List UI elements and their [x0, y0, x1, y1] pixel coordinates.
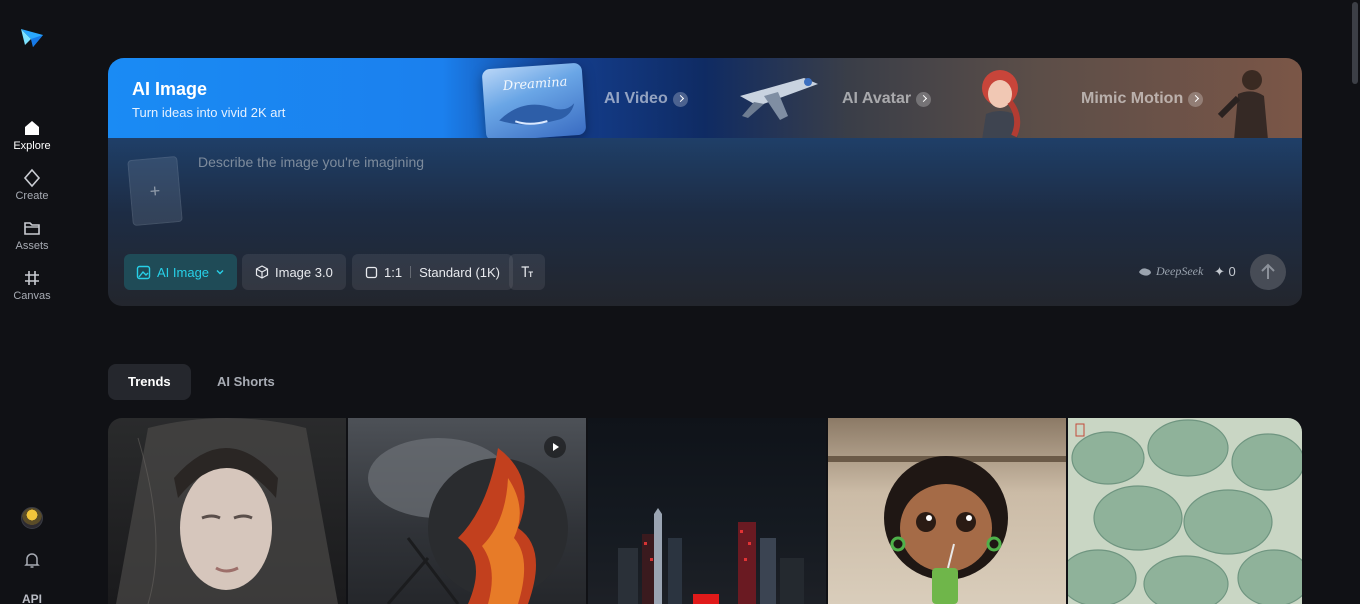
- home-icon: [25, 121, 39, 135]
- sidebar-item-label: Explore: [13, 140, 51, 152]
- generate-button[interactable]: [1250, 254, 1286, 290]
- play-icon: [544, 436, 566, 458]
- sidebar-item-label: Create: [15, 190, 49, 202]
- folder-icon: [24, 222, 40, 235]
- text-style-button[interactable]: [509, 254, 545, 290]
- tile-label: Mimic Motion: [1081, 90, 1184, 107]
- chevron-down-icon: [216, 270, 224, 275]
- credits-value: 0: [1228, 264, 1236, 279]
- sidebar-item-create[interactable]: Create: [4, 168, 60, 212]
- aspect-ratio-icon: [365, 266, 378, 278]
- banner-title: AI Image: [132, 79, 208, 99]
- reference-upload-button[interactable]: +: [127, 155, 183, 227]
- deepseek-label: DeepSeek: [1156, 264, 1204, 278]
- tile-ai-avatar[interactable]: AI Avatar: [842, 58, 932, 140]
- tab-ai-shorts[interactable]: AI Shorts: [197, 364, 295, 400]
- tile-mimic-motion[interactable]: Mimic Motion: [1081, 58, 1204, 140]
- sidebar: Explore Create Assets Canvas API: [0, 0, 64, 604]
- sidebar-item-assets[interactable]: Assets: [4, 218, 60, 262]
- chevron-right-icon: [672, 91, 688, 107]
- mimic-motion-thumbnail: [1217, 70, 1268, 140]
- brand-script: Dreamina: [501, 75, 568, 95]
- chevron-right-icon: [916, 91, 932, 107]
- gallery-card[interactable]: [348, 418, 586, 604]
- model-selector[interactable]: Image 3.0: [242, 254, 346, 290]
- diamond-sparkle-icon: [23, 168, 41, 188]
- generation-type-label: AI Image: [157, 264, 210, 280]
- prompt-input[interactable]: [198, 154, 1198, 234]
- ratio-resolution-selector[interactable]: 1:1 Standard (1K): [352, 254, 514, 290]
- credits-counter: ✦ 0: [1214, 264, 1236, 280]
- ratio-label: 1:1: [384, 264, 403, 280]
- plus-icon: +: [148, 180, 162, 202]
- gallery-card[interactable]: [828, 418, 1066, 604]
- scrollbar-track[interactable]: [1352, 2, 1358, 602]
- sidebar-item-explore[interactable]: Explore: [4, 118, 60, 162]
- ai-image-thumbnail: Dreamina: [481, 62, 587, 140]
- arrow-up-icon: [1261, 263, 1275, 279]
- tile-label: AI Avatar: [842, 90, 912, 107]
- cube-icon: [255, 265, 269, 279]
- resolution-label: Standard (1K): [419, 264, 501, 280]
- sparkle-icon: ✦: [1214, 264, 1225, 279]
- tab-trends[interactable]: Trends: [108, 364, 191, 400]
- user-avatar[interactable]: [21, 507, 43, 529]
- gallery-card[interactable]: [588, 418, 826, 604]
- tile-label: AI Video: [604, 90, 668, 107]
- banner-subtitle: Turn ideas into vivid 2K art: [132, 105, 286, 120]
- deepseek-badge[interactable]: DeepSeek: [1138, 264, 1203, 279]
- whale-icon: [1139, 267, 1151, 276]
- scrollbar-thumb[interactable]: [1352, 2, 1358, 84]
- prompt-panel: + AI Image Image 3.0 1:1 Stand: [108, 138, 1302, 306]
- app-root: Explore Create Assets Canvas API AI Imag…: [0, 0, 1360, 604]
- sidebar-item-canvas[interactable]: Canvas: [4, 268, 60, 312]
- hash-frame-icon: [25, 271, 39, 285]
- gallery-card[interactable]: [1068, 418, 1302, 604]
- ai-avatar-thumbnail: [982, 70, 1021, 140]
- app-logo[interactable]: [19, 25, 45, 51]
- bell-icon[interactable]: [22, 550, 42, 570]
- sidebar-item-label: Assets: [15, 240, 49, 252]
- text-size-icon: [521, 266, 533, 277]
- mode-banner: AI Image Turn ideas into vivid 2K art Dr…: [108, 58, 1302, 140]
- generation-type-dropdown[interactable]: AI Image: [124, 254, 238, 290]
- image-type-icon: [136, 265, 151, 279]
- divider: [410, 266, 412, 278]
- tile-ai-video[interactable]: AI Video: [604, 58, 688, 140]
- sidebar-item-label: Canvas: [13, 290, 51, 302]
- gallery-card[interactable]: [108, 418, 346, 604]
- api-link[interactable]: API: [0, 592, 64, 604]
- trends-gallery: [108, 418, 1302, 604]
- chevron-right-icon: [1188, 91, 1204, 107]
- ai-video-thumbnail: [740, 78, 818, 120]
- model-label: Image 3.0: [275, 264, 333, 280]
